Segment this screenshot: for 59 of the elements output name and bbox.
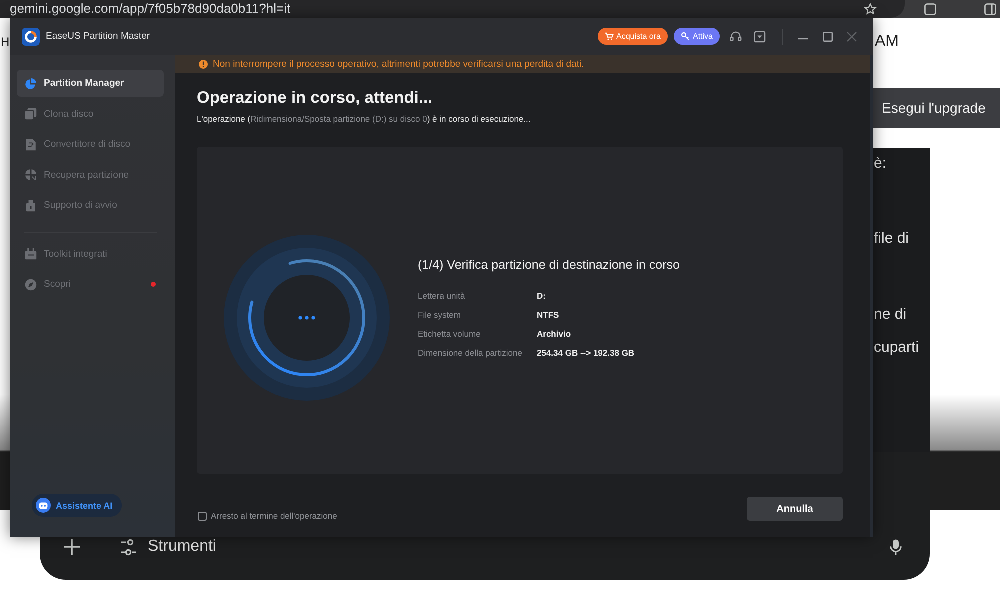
sliders-icon <box>120 538 137 556</box>
response-text: file di <box>874 229 910 248</box>
key-icon <box>680 32 690 41</box>
upgrade-button[interactable]: Esegui l'upgrade <box>873 88 1000 128</box>
buy-button[interactable]: Acquista ora <box>598 28 668 45</box>
microphone-icon[interactable] <box>890 538 902 556</box>
activate-button[interactable]: Attiva <box>674 28 720 45</box>
response-text: è: <box>874 154 887 173</box>
sidebar-item[interactable]: Convertitore di disco <box>17 131 164 158</box>
checkbox-label: Arresto al termine dell'operazione <box>211 511 338 521</box>
panel-icon[interactable] <box>984 2 997 16</box>
url-text: gemini.google.com/app/7f05b78d90da0b11?hl=it <box>10 1 291 17</box>
response-text: ne di <box>874 305 907 324</box>
detail-value: NTFS <box>537 309 560 322</box>
address-field[interactable]: gemini.google.com/app/7f05b78d90da0b11?hl=it <box>0 0 905 18</box>
window-icon[interactable] <box>924 2 937 16</box>
tools-button[interactable]: Strumenti <box>120 538 216 556</box>
plus-icon[interactable] <box>64 539 80 555</box>
headset-icon[interactable] <box>730 30 742 42</box>
sidebar-item[interactable]: Partition Manager <box>17 70 164 97</box>
detail-label: Lettera unità <box>418 290 466 303</box>
step-title: (1/4) Verifica partizione di destinazione in corso <box>418 258 680 273</box>
sidebar-item[interactable]: Scopri <box>17 271 164 298</box>
response-text: cuparti <box>874 338 920 357</box>
header-text: H <box>1 34 10 50</box>
maximize-icon[interactable] <box>823 32 833 42</box>
toolbox-icon <box>25 248 37 260</box>
app-logo-icon <box>22 28 40 46</box>
window-title: EaseUS Partition Master <box>46 31 150 42</box>
pie-chart-icon <box>25 78 37 90</box>
assistant-button[interactable]: Assistente AI <box>32 494 122 517</box>
cancel-button[interactable]: Annulla <box>747 497 843 521</box>
warning-text: Non interrompere il processo operativo, altrimenti potrebbe verificarsi una perdita di dati. <box>213 58 584 70</box>
header-text: AM <box>875 32 899 52</box>
pie-chart-icon <box>25 169 37 181</box>
sidebar-item[interactable]: Toolkit integrati <box>17 240 164 268</box>
cart-icon <box>604 32 614 41</box>
detail-value: Archivio <box>537 328 572 341</box>
sidebar-item[interactable]: Recupera partizione <box>17 162 164 188</box>
operation-subtitle: L'operazione (Ridimensiona/Sposta partizione (D:) su disco 0) è in corso di esecuzione... <box>197 113 532 125</box>
star-icon[interactable] <box>864 2 877 16</box>
checkbox[interactable] <box>198 512 207 520</box>
detail-value: D: <box>537 290 547 303</box>
sidebar-item[interactable]: Clona disco <box>17 100 164 128</box>
detail-label: Etichetta volume <box>418 328 482 341</box>
page-heading: Operazione in corso, attendi... <box>197 88 434 108</box>
compass-icon <box>25 278 37 290</box>
detail-label: Dimensione della partizione <box>418 347 524 360</box>
document-icon <box>25 138 37 150</box>
prompt-field[interactable]: Strumenti <box>40 537 930 580</box>
ellipsis-icon <box>298 316 316 320</box>
detail-value: 254.34 GB --> 192.38 GB <box>537 347 636 360</box>
dropdown-icon[interactable] <box>754 30 766 42</box>
warning-icon <box>199 60 208 68</box>
detail-label: File system <box>418 309 462 322</box>
sidebar-item[interactable]: Supporto di avvio <box>17 192 164 219</box>
usb-drive-icon <box>25 200 37 212</box>
copy-icon <box>25 108 37 120</box>
robot-icon <box>36 498 51 513</box>
